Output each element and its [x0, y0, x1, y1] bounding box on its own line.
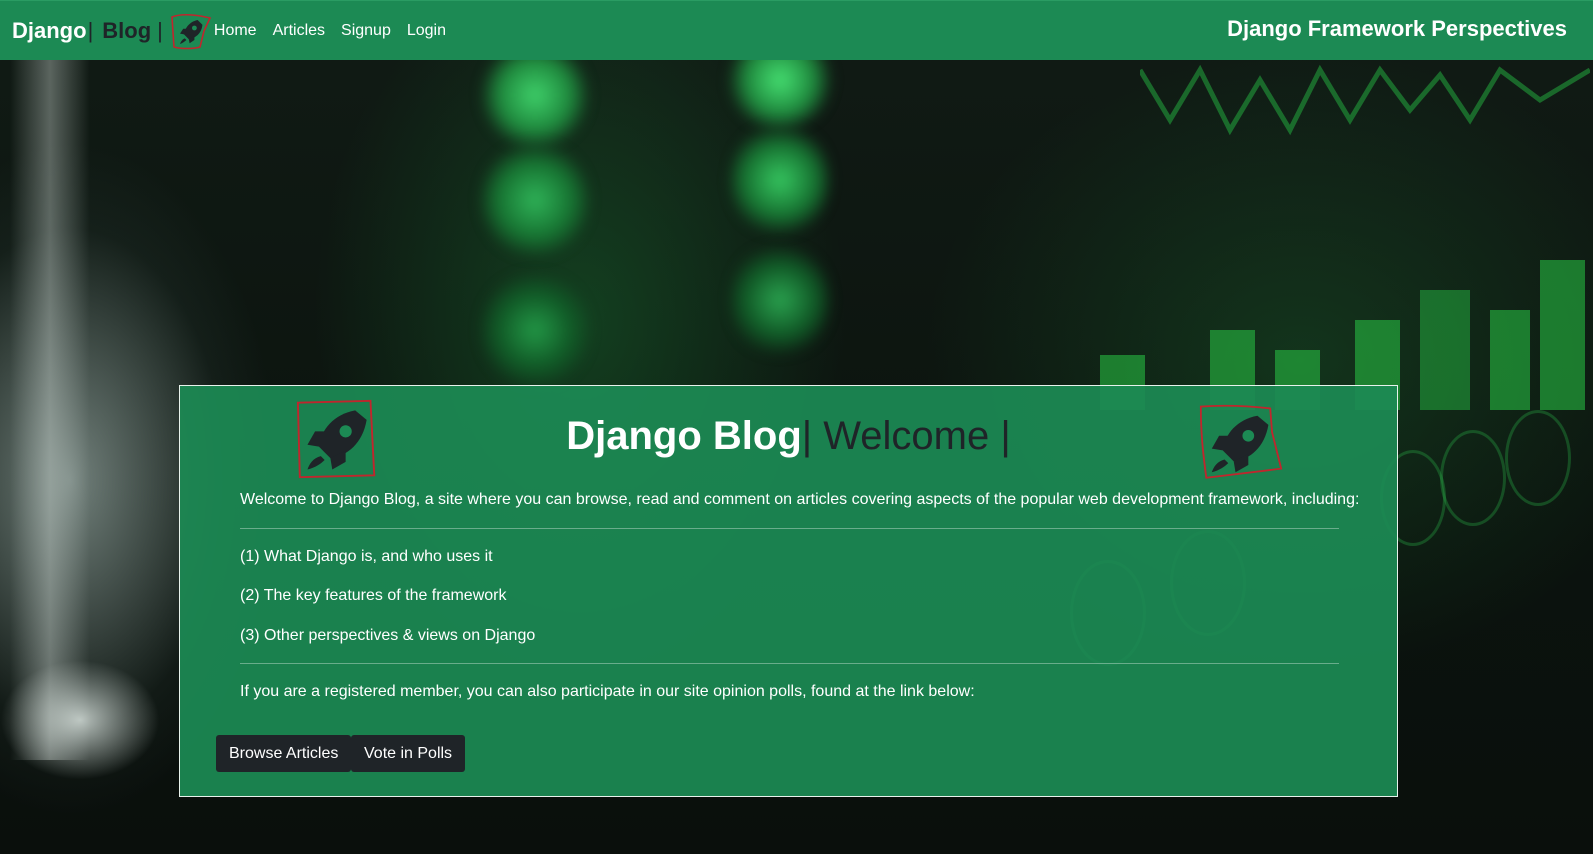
nav-link-signup[interactable]: Signup: [341, 22, 391, 40]
topic-item-1: (1) What Django is, and who uses it: [240, 548, 493, 565]
brand-separator: |: [157, 17, 163, 43]
nav-link-login[interactable]: Login: [407, 22, 446, 40]
topic-item-3: (3) Other perspectives & views on Django: [240, 627, 536, 644]
welcome-title-main: Django Blog: [566, 414, 802, 458]
polls-note: If you are a registered member, you can …: [240, 683, 975, 700]
divider: [240, 663, 1339, 664]
welcome-title-separator: |: [801, 414, 813, 458]
nav-link-home[interactable]: Home: [214, 22, 257, 40]
rocket-icon: [171, 13, 212, 49]
brand-django: Django: [12, 17, 87, 43]
brand-blog: Blog: [102, 17, 152, 43]
welcome-panel: Django Blog| Welcome | Welcome to Django…: [179, 385, 1398, 797]
site-tagline: Django Framework Perspectives: [1227, 16, 1567, 41]
divider: [240, 528, 1339, 529]
intro-text: Welcome to Django Blog, a site where you…: [240, 491, 1360, 508]
vote-in-polls-button[interactable]: Vote in Polls: [351, 735, 466, 772]
welcome-title: Django Blog| Welcome |: [180, 408, 1397, 464]
nav-link-articles[interactable]: Articles: [273, 22, 325, 40]
welcome-title-welcome: Welcome |: [812, 414, 1011, 458]
navbar-brand[interactable]: Django | Blog |: [12, 18, 164, 44]
topic-item-2: (2) The key features of the framework: [240, 587, 507, 604]
nav-links: Home Articles Signup Login: [214, 22, 462, 40]
navbar-rocket-icon: [168, 11, 212, 51]
browse-articles-button[interactable]: Browse Articles: [216, 735, 352, 772]
brand-separator: |: [87, 17, 94, 43]
navbar: Django | Blog | Home Articles Signup Log…: [0, 0, 1593, 60]
